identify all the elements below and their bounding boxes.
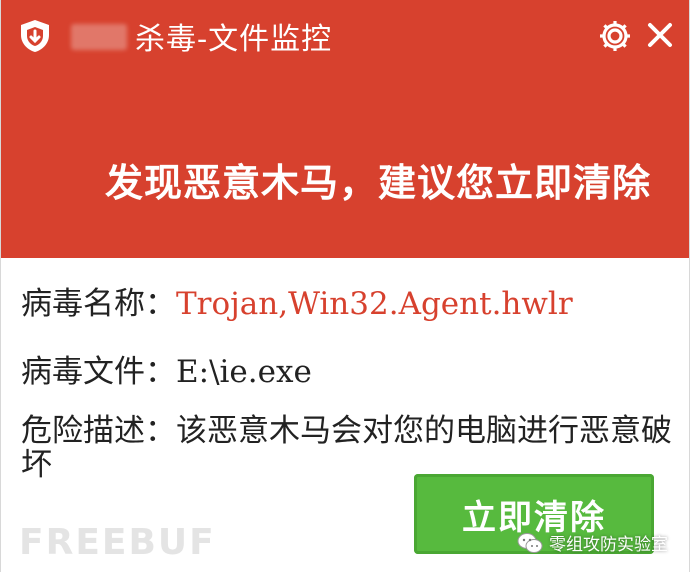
virus-file-row: 病毒文件：E:\ie.exe (21, 346, 312, 391)
wechat-account-name: 零组攻防实验室 (549, 535, 668, 555)
close-icon[interactable] (643, 18, 677, 52)
wechat-watermark: 零组攻防实验室 (517, 530, 668, 555)
virus-name-label: 病毒名称： (21, 286, 176, 322)
alert-window: 杀毒-文件监控 发现恶意木马，建议您立即清除 病毒名称：Trojan,Win32… (0, 0, 690, 572)
window-title: 杀毒-文件监控 (135, 22, 333, 57)
virus-name-value: Trojan,Win32.Agent.hwlr (176, 286, 573, 322)
alert-headline: 发现恶意木马，建议您立即清除 (104, 161, 651, 205)
brand-logo (71, 24, 127, 50)
virus-file-label: 病毒文件： (21, 354, 176, 390)
alert-header: 杀毒-文件监控 发现恶意木马，建议您立即清除 (1, 0, 689, 258)
virus-name-row: 病毒名称：Trojan,Win32.Agent.hwlr (21, 278, 573, 323)
virus-file-value: E:\ie.exe (176, 354, 312, 390)
wechat-icon (517, 532, 543, 553)
risk-label: 危险描述： (21, 413, 176, 449)
risk-description-row: 危险描述：该恶意木马会对您的电脑进行恶意破坏 (21, 414, 681, 482)
gear-icon[interactable] (597, 18, 633, 54)
shield-icon (21, 20, 49, 52)
freebuf-watermark: FREEBUF (19, 522, 216, 563)
